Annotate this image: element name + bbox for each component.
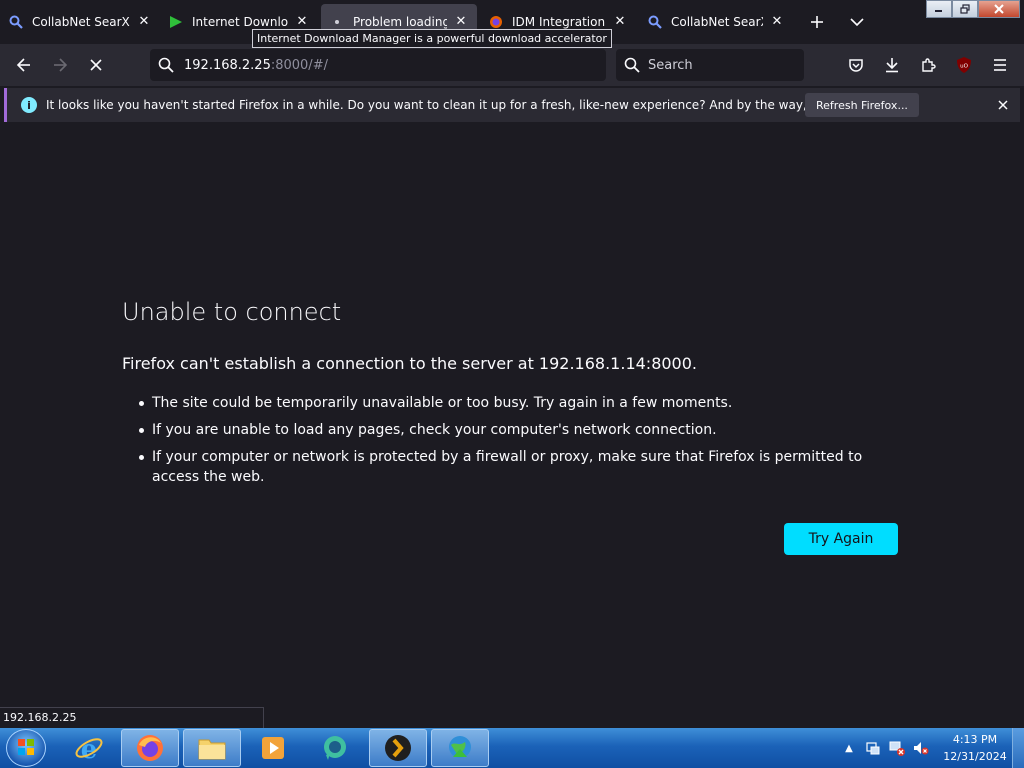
volume-muted-icon[interactable] xyxy=(912,739,930,757)
restore-icon xyxy=(960,4,970,14)
clock-date: 12/31/2024 xyxy=(943,750,1007,763)
tab-collabnet-searxng-2[interactable]: CollabNet SearXNG ✕ xyxy=(639,4,793,40)
tab-title: IDM Integration Module xyxy=(512,15,606,29)
idm-globe-icon xyxy=(449,736,471,758)
hamburger-menu-icon xyxy=(994,59,1006,71)
pocket-icon xyxy=(849,59,863,72)
url-bar[interactable]: 192.168.2.25:8000/#/ xyxy=(150,49,606,81)
suggestion-item: If you are unable to load any pages, che… xyxy=(122,420,902,440)
suggestion-item: The site could be temporarily unavailabl… xyxy=(122,393,902,413)
firefox-icon xyxy=(137,735,163,761)
plus-icon xyxy=(811,16,823,28)
url-path: :8000/#/ xyxy=(270,57,328,73)
close-icon xyxy=(994,4,1004,14)
taskbar-plex[interactable] xyxy=(369,729,427,767)
forward-button[interactable] xyxy=(44,49,76,81)
url-host: 192.168.2.25 xyxy=(184,57,271,73)
search-icon xyxy=(624,57,640,73)
error-page: Unable to connect Firefox can't establis… xyxy=(0,126,1024,706)
window-controls xyxy=(926,0,1020,18)
svg-text:uO: uO xyxy=(960,64,968,70)
refresh-firefox-button[interactable]: Refresh Firefox... xyxy=(805,93,919,117)
media-player-icon xyxy=(262,737,284,759)
list-all-tabs-button[interactable] xyxy=(843,8,871,36)
close-tab-icon[interactable]: ✕ xyxy=(453,14,469,30)
arrow-left-icon xyxy=(16,58,30,72)
taskbar: e ▲ 4:13 PM 12/31/2024 xyxy=(0,728,1024,768)
clock[interactable]: 4:13 PM 12/31/2024 xyxy=(940,731,1010,765)
search-icon xyxy=(158,57,174,73)
tab-title: Problem loading page xyxy=(353,15,447,29)
navigation-toolbar: 192.168.2.25:8000/#/ Search uO xyxy=(0,44,1024,86)
arrow-right-icon xyxy=(54,58,68,72)
try-again-button[interactable]: Try Again xyxy=(784,523,898,555)
show-desktop-button[interactable] xyxy=(1012,728,1024,768)
clock-time: 4:13 PM xyxy=(952,733,998,746)
error-title: Unable to connect xyxy=(122,298,342,326)
windows-logo-icon xyxy=(18,739,34,755)
status-panel: 192.168.2.25 xyxy=(0,707,264,729)
info-icon: i xyxy=(21,97,37,113)
search-placeholder: Search xyxy=(648,57,693,73)
puzzle-icon xyxy=(922,58,936,72)
restore-button[interactable] xyxy=(952,0,978,18)
error-suggestions: The site could be temporarily unavailabl… xyxy=(122,393,902,494)
taskbar-internet-explorer[interactable]: e xyxy=(60,729,118,767)
tab-title: CollabNet SearXNG xyxy=(32,15,130,29)
taskbar-internet-download-manager[interactable] xyxy=(431,729,489,767)
ublock-origin-button[interactable]: uO xyxy=(948,49,980,81)
network-disconnected-icon[interactable] xyxy=(888,739,906,757)
tab-tooltip: Internet Download Manager is a powerful … xyxy=(252,29,612,48)
taskbar-file-explorer[interactable] xyxy=(183,729,241,767)
start-button[interactable] xyxy=(6,729,46,767)
back-button[interactable] xyxy=(8,49,40,81)
close-icon xyxy=(998,100,1008,110)
idm-icon xyxy=(168,14,184,30)
close-tab-icon[interactable]: ✕ xyxy=(612,14,628,30)
suggestion-item: If your computer or network is protected… xyxy=(122,447,902,487)
internet-explorer-icon: e xyxy=(75,735,103,763)
taskbar-firefox[interactable] xyxy=(121,729,179,767)
close-tab-icon[interactable]: ✕ xyxy=(294,14,310,30)
search-icon xyxy=(647,14,663,30)
firefox-addon-icon xyxy=(488,14,504,30)
plex-icon xyxy=(385,735,411,761)
minimize-button[interactable] xyxy=(926,0,952,18)
tab-title: Internet Download Manager xyxy=(192,15,288,29)
close-notification-button[interactable] xyxy=(993,95,1013,115)
action-center-icon[interactable] xyxy=(864,739,882,757)
chat-bubble-icon xyxy=(324,736,346,760)
download-icon xyxy=(886,58,898,73)
tab-title: CollabNet SearXNG xyxy=(671,15,763,29)
show-hidden-icons-button[interactable]: ▲ xyxy=(840,739,858,757)
search-bar[interactable]: Search xyxy=(616,49,804,81)
notification-message: It looks like you haven't started Firefo… xyxy=(46,98,902,112)
close-window-button[interactable] xyxy=(978,0,1020,18)
pocket-button[interactable] xyxy=(840,49,872,81)
chevron-down-icon xyxy=(850,18,864,27)
close-tab-icon[interactable]: ✕ xyxy=(136,14,152,30)
stop-icon xyxy=(90,59,102,71)
extensions-button[interactable] xyxy=(912,49,944,81)
stop-button[interactable] xyxy=(80,49,112,81)
folder-icon xyxy=(198,739,226,760)
taskbar-media-player[interactable] xyxy=(244,729,302,767)
downloads-button[interactable] xyxy=(876,49,908,81)
app-menu-button[interactable] xyxy=(984,49,1016,81)
notification-bar: i It looks like you haven't started Fire… xyxy=(4,88,1020,122)
taskbar-messenger[interactable] xyxy=(306,729,364,767)
error-description: Firefox can't establish a connection to … xyxy=(122,354,697,373)
dot-icon xyxy=(329,14,345,30)
ublock-origin-icon: uO xyxy=(957,57,971,73)
minimize-icon xyxy=(935,10,942,12)
tab-collabnet-searxng-1[interactable]: CollabNet SearXNG ✕ xyxy=(0,4,160,40)
new-tab-button[interactable] xyxy=(803,8,831,36)
search-icon xyxy=(8,14,24,30)
close-tab-icon[interactable]: ✕ xyxy=(769,14,785,30)
